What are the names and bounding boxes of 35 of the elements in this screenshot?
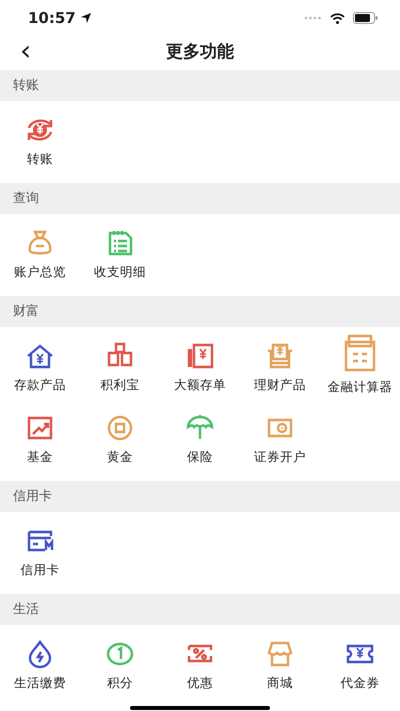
feature-item[interactable]: 信用卡 (0, 518, 80, 590)
wifi-icon (330, 12, 345, 24)
feature-item[interactable]: 积利宝 (80, 333, 160, 405)
location-arrow-icon (80, 12, 92, 24)
section-header: 信用卡 (0, 481, 400, 512)
battery-icon (353, 12, 378, 24)
signal-icon (304, 15, 322, 21)
feature-item[interactable]: 代金券 (320, 631, 400, 703)
status-time: 10:57 (28, 8, 76, 29)
feature-item[interactable]: 优惠 (160, 631, 240, 703)
feature-item[interactable]: 账户总览 (0, 220, 80, 292)
shop-awning-icon (265, 639, 295, 669)
page-title: 更多功能 (166, 41, 234, 64)
calculator-icon (343, 333, 377, 373)
feature-item[interactable]: 大额存单 (160, 333, 240, 405)
coin-icon (105, 413, 135, 443)
feature-item[interactable]: 生活缴费 (0, 631, 80, 703)
certificate-yen-icon (185, 341, 215, 371)
feature-item[interactable]: 理财产品 (240, 333, 320, 405)
section-header: 转账 (0, 70, 400, 101)
feature-item[interactable]: 积分 (80, 631, 160, 703)
feature-item[interactable]: 保险 (160, 405, 240, 477)
section-header: 财富 (0, 296, 400, 327)
feature-item[interactable]: 转账 (0, 107, 80, 179)
feature-item[interactable]: 黄金 (80, 405, 160, 477)
feature-item[interactable]: 存款产品 (0, 333, 80, 405)
back-button[interactable]: ‹ (14, 36, 38, 66)
feature-item[interactable]: 收支明细 (80, 220, 160, 292)
section-header: 生活 (0, 594, 400, 625)
feature-item[interactable]: 金融计算器 (320, 333, 400, 405)
section-header: 查询 (0, 183, 400, 214)
feature-item[interactable]: 证券开户 (240, 405, 320, 477)
feature-item[interactable]: 基金 (0, 405, 80, 477)
feature-item[interactable]: 商城 (240, 631, 320, 703)
tray-yen-icon (265, 341, 295, 371)
